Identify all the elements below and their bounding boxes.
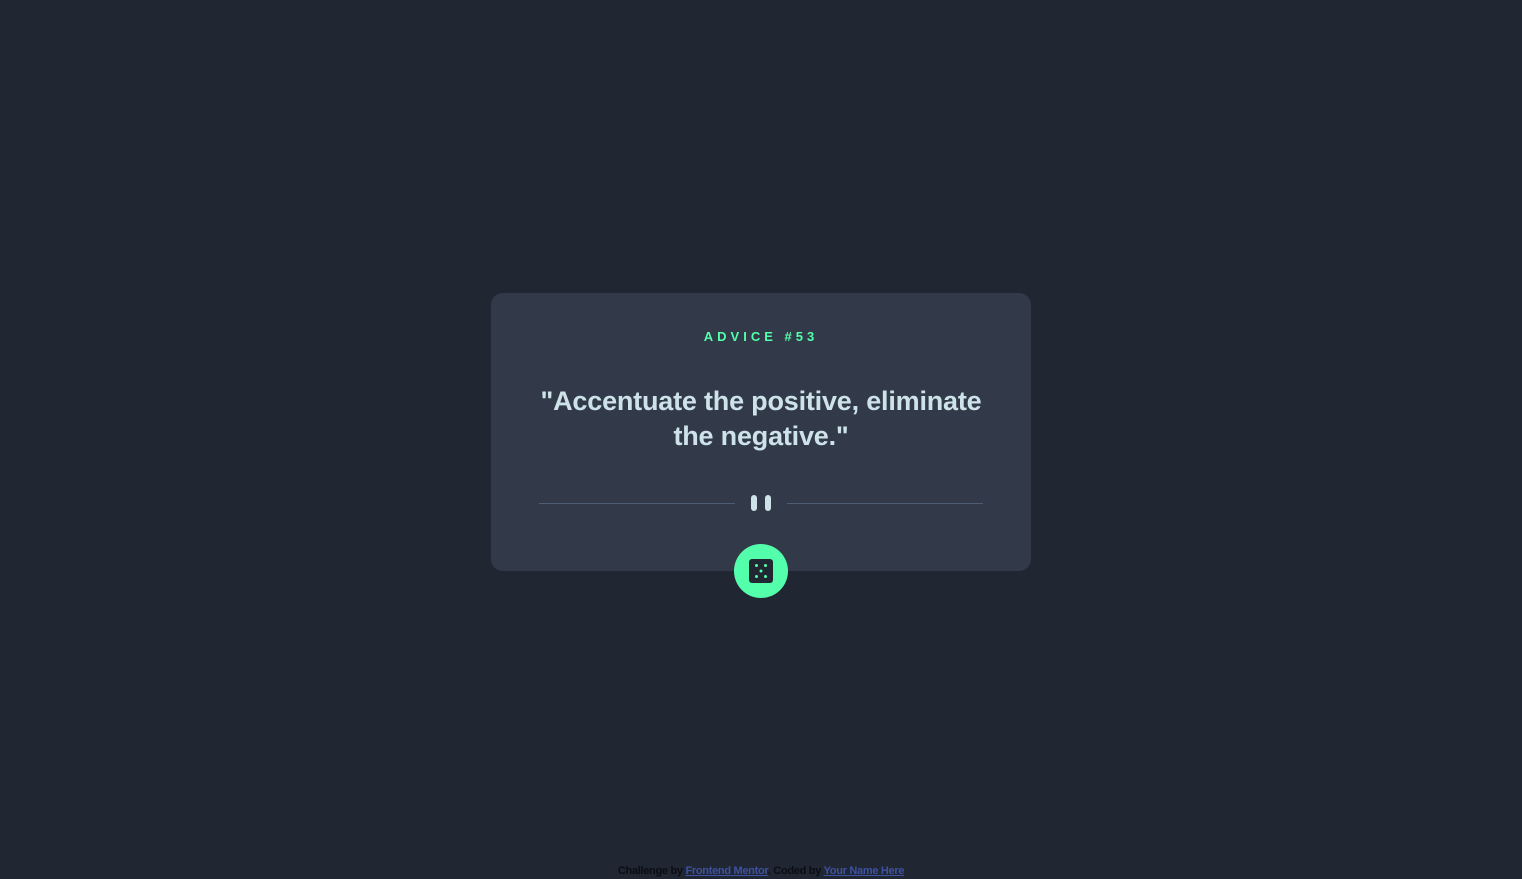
divider-line-left (539, 503, 735, 504)
challenge-prefix: Challenge by (617, 865, 683, 877)
advice-card: ADVICE #53 "Accentuate the positive, eli… (491, 293, 1031, 571)
divider-line-right (787, 503, 983, 504)
pause-bar-right (765, 495, 771, 511)
attribution: Challenge by Frontend Mentor. Coded by Y… (0, 864, 1522, 878)
advice-quote: "Accentuate the positive, eliminate the … (540, 386, 982, 451)
frontend-mentor-link[interactable]: Frontend Mentor (685, 865, 768, 877)
author-link[interactable]: Your Name Here (824, 865, 905, 877)
advice-number: ADVICE #53 (703, 329, 819, 344)
pause-bar-left (751, 495, 757, 511)
dice-icon (749, 559, 773, 583)
pause-icon (751, 495, 771, 511)
generate-advice-button[interactable] (734, 544, 788, 598)
coded-prefix: Coded by (773, 865, 822, 877)
attribution-separator: . (767, 865, 771, 877)
pattern-divider (539, 493, 983, 513)
